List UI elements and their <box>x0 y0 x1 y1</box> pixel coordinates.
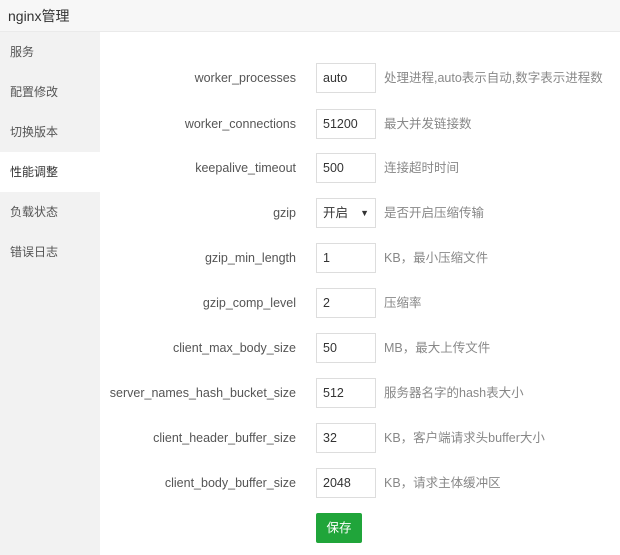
performance-form: worker_processes 处理进程,auto表示自动,数字表示进程数 w… <box>100 32 620 555</box>
sidebar: 服务 配置修改 切换版本 性能调整 负载状态 错误日志 <box>0 32 100 555</box>
form-row-gzip-min-length: gzip_min_length KB，最小压缩文件 <box>100 243 620 273</box>
field-label: worker_processes <box>194 71 296 85</box>
sidebar-item-load-status[interactable]: 负载状态 <box>0 192 100 232</box>
worker-processes-input[interactable] <box>316 63 376 93</box>
gzip-select[interactable]: 开启 ▼ <box>316 198 376 228</box>
save-button[interactable]: 保存 <box>316 513 362 543</box>
client-header-buffer-size-input[interactable] <box>316 423 376 453</box>
field-hint: KB，客户端请求头buffer大小 <box>384 431 545 445</box>
worker-connections-input[interactable] <box>316 109 376 139</box>
form-row-worker-processes: worker_processes 处理进程,auto表示自动,数字表示进程数 <box>100 63 620 93</box>
form-row-gzip-comp-level: gzip_comp_level 压缩率 <box>100 288 620 318</box>
sidebar-item-error-log[interactable]: 错误日志 <box>0 232 100 272</box>
form-row-keepalive-timeout: keepalive_timeout 连接超时时间 <box>100 153 620 183</box>
field-hint: MB，最大上传文件 <box>384 341 491 355</box>
field-hint: 处理进程,auto表示自动,数字表示进程数 <box>384 71 603 85</box>
field-label: gzip_comp_level <box>202 296 296 310</box>
field-label: client_body_buffer_size <box>164 476 296 490</box>
server-names-hash-bucket-size-input[interactable] <box>316 378 376 408</box>
window-title: nginx管理 <box>8 8 70 24</box>
field-hint: 服务器名字的hash表大小 <box>384 386 524 400</box>
form-row-client-body-buffer-size: client_body_buffer_size KB，请求主体缓冲区 <box>100 468 620 498</box>
field-hint: 最大并发链接数 <box>384 117 472 131</box>
keepalive-timeout-input[interactable] <box>316 153 376 183</box>
field-hint: 压缩率 <box>384 296 422 310</box>
field-label: gzip_min_length <box>204 251 296 265</box>
field-label: server_names_hash_bucket_size <box>109 386 296 400</box>
field-label: worker_connections <box>184 117 296 131</box>
gzip-comp-level-input[interactable] <box>316 288 376 318</box>
field-label: keepalive_timeout <box>195 161 296 175</box>
sidebar-item-switch-version[interactable]: 切换版本 <box>0 112 100 152</box>
gzip-min-length-input[interactable] <box>316 243 376 273</box>
field-label: gzip <box>273 206 296 220</box>
form-row-client-header-buffer-size: client_header_buffer_size KB，客户端请求头buffe… <box>100 423 620 453</box>
field-hint: 连接超时时间 <box>384 161 460 175</box>
gzip-select-value: 开启 <box>323 206 349 220</box>
client-body-buffer-size-input[interactable] <box>316 468 376 498</box>
field-hint: KB，最小压缩文件 <box>384 251 489 265</box>
window-titlebar: nginx管理 <box>0 0 620 32</box>
field-label: client_header_buffer_size <box>153 431 296 445</box>
form-row-gzip: gzip 开启 ▼ 是否开启压缩传输 <box>100 198 620 228</box>
form-row-worker-connections: worker_connections 最大并发链接数 <box>100 109 620 139</box>
sidebar-item-service[interactable]: 服务 <box>0 32 100 72</box>
field-hint: KB，请求主体缓冲区 <box>384 476 501 490</box>
form-row-server-names-hash-bucket-size: server_names_hash_bucket_size 服务器名字的hash… <box>100 378 620 408</box>
dropdown-arrow-icon: ▼ <box>360 208 369 218</box>
sidebar-item-config-edit[interactable]: 配置修改 <box>0 72 100 112</box>
client-max-body-size-input[interactable] <box>316 333 376 363</box>
form-row-client-max-body-size: client_max_body_size MB，最大上传文件 <box>100 333 620 363</box>
field-label: client_max_body_size <box>173 341 296 355</box>
field-hint: 是否开启压缩传输 <box>384 206 485 220</box>
sidebar-item-performance[interactable]: 性能调整 <box>0 152 100 192</box>
